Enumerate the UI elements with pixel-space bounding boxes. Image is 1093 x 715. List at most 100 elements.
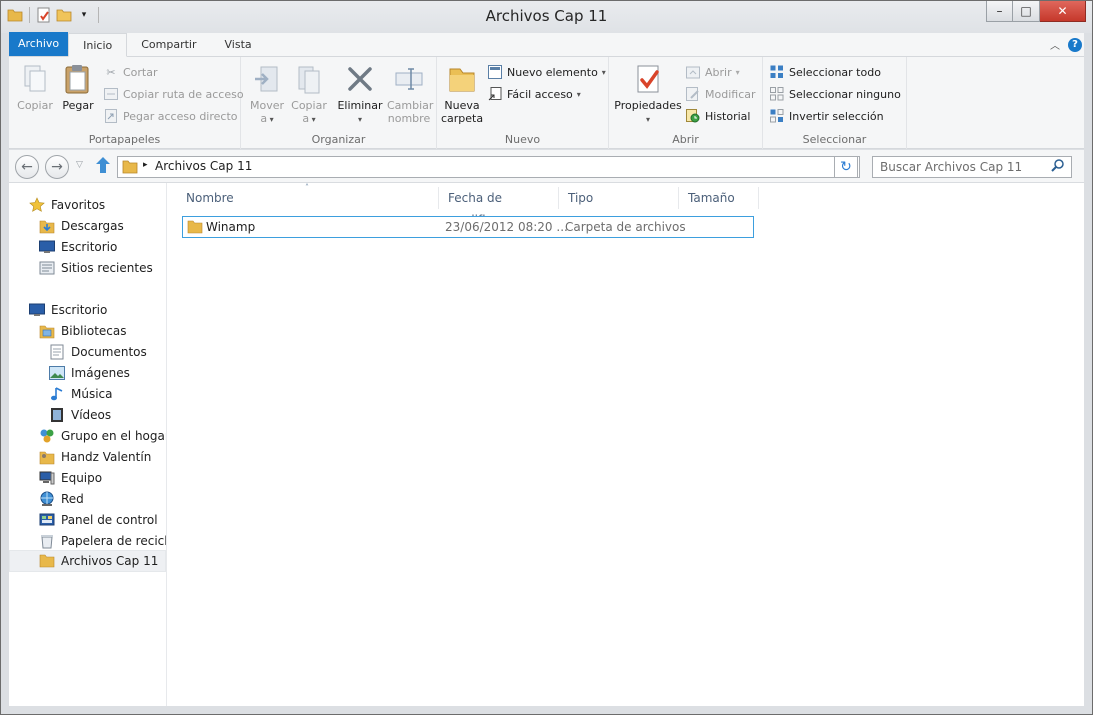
invert-selection-button[interactable]: Invertir selección (769, 106, 884, 126)
dropdown-icon: ▾ (645, 115, 650, 124)
nav-item-panel-control[interactable]: Panel de control (9, 509, 166, 530)
tab-archivo[interactable]: Archivo (9, 32, 69, 56)
nav-item-equipo[interactable]: Equipo (9, 467, 166, 488)
column-header-nombre[interactable]: Nombre (177, 187, 439, 209)
edit-button[interactable]: Modificar (685, 84, 756, 104)
nav-label: Papelera de reciclaje (61, 533, 166, 548)
file-list: ˄ Nombre Fecha de modifica... Tipo Tamañ… (168, 183, 1084, 706)
invert-selection-icon (769, 108, 785, 124)
folder-icon (122, 160, 138, 177)
paste-shortcut-label: Pegar acceso directo (123, 109, 238, 123)
breadcrumb[interactable]: Archivos Cap 11 (155, 159, 252, 173)
star-icon (29, 196, 45, 213)
nav-item-videos[interactable]: Vídeos (9, 404, 166, 425)
forward-button[interactable]: → (45, 155, 69, 179)
file-row[interactable]: Winamp 23/06/2012 08:20 ... Carpeta de a… (182, 216, 754, 238)
minimize-button[interactable]: – (986, 1, 1013, 22)
select-all-icon (769, 64, 785, 80)
desktop-icon (39, 239, 55, 255)
select-none-button[interactable]: Seleccionar ninguno (769, 84, 901, 104)
easy-access-button[interactable]: Fácil acceso ▾ (487, 84, 581, 104)
nav-item-red[interactable]: Red (9, 488, 166, 509)
music-icon (49, 386, 65, 402)
copy-button[interactable]: Copiar (15, 63, 55, 112)
cut-button[interactable]: ✂ Cortar (103, 62, 158, 82)
address-bar[interactable]: ▸ Archivos Cap 11 ∨ (117, 156, 860, 178)
group-label-portapapeles: Portapapeles (88, 133, 161, 146)
copy-path-icon (103, 86, 119, 102)
history-button[interactable]: Historial (685, 106, 750, 126)
breadcrumb-separator-icon[interactable]: ▸ (143, 160, 148, 170)
column-header-tipo[interactable]: Tipo (559, 187, 679, 209)
paste-shortcut-icon (103, 108, 119, 124)
nav-item-descargas[interactable]: Descargas (9, 215, 166, 236)
control-panel-icon (39, 512, 55, 528)
search-icon[interactable] (1051, 158, 1065, 178)
delete-button[interactable]: Eliminar ▾ (337, 63, 383, 126)
properties-label: Propiedades (614, 99, 682, 112)
close-button[interactable]: ✕ (1040, 1, 1086, 22)
file-date: 23/06/2012 08:20 ... (445, 220, 568, 234)
nav-item-favoritos[interactable]: Favoritos (9, 194, 166, 215)
address-row: ← → ▽ ▸ Archivos Cap 11 ∨ ↻ Buscar Archi… (9, 150, 1084, 183)
nav-item-imagenes[interactable]: Imágenes (9, 362, 166, 383)
libraries-icon (39, 323, 55, 339)
cut-label: Cortar (123, 65, 158, 79)
new-item-button[interactable]: Nuevo elemento ▾ (487, 62, 606, 82)
group-nuevo: Nueva carpeta Nuevo elemento ▾ Fácil acc… (437, 57, 609, 149)
recent-places-icon (39, 260, 55, 276)
tab-compartir[interactable]: Compartir (127, 33, 210, 56)
chevron-up-icon[interactable]: ︿ (1050, 37, 1060, 52)
nav-item-usuario[interactable]: Handz Valentín (9, 446, 166, 467)
open-label: Abrir (705, 65, 732, 79)
nav-item-documentos[interactable]: Documentos (9, 341, 166, 362)
new-item-icon (487, 64, 503, 80)
nav-item-grupo-hogar[interactable]: Grupo en el hogar (9, 425, 166, 446)
nav-item-escritorio-favorito[interactable]: Escritorio (9, 236, 166, 257)
column-header-tamano[interactable]: Tamaño (679, 187, 759, 209)
copy-to-button[interactable]: Copiar a ▾ (289, 63, 329, 126)
search-input[interactable]: Buscar Archivos Cap 11 (872, 156, 1072, 178)
select-none-label: Seleccionar ninguno (789, 87, 901, 101)
delete-icon (344, 63, 376, 95)
properties-button[interactable]: Propiedades ▾ (613, 63, 683, 126)
open-icon (685, 64, 701, 80)
new-folder-button[interactable]: Nueva carpeta (441, 63, 483, 125)
column-header-fecha[interactable]: Fecha de modifica... (439, 187, 559, 227)
group-label-abrir: Abrir (672, 133, 699, 146)
desktop-icon (29, 302, 45, 318)
arrow-left-icon: ← (21, 159, 33, 175)
recent-locations-dropdown[interactable]: ▽ (76, 160, 83, 170)
help-icon[interactable]: ? (1068, 37, 1082, 52)
nav-label: Favoritos (51, 197, 106, 212)
copy-path-button[interactable]: Copiar ruta de acceso (103, 84, 244, 104)
ribbon-right-controls: ︿ ? (1050, 33, 1084, 56)
nav-item-musica[interactable]: Música (9, 383, 166, 404)
group-label-nuevo: Nuevo (504, 133, 541, 146)
user-folder-icon (39, 449, 55, 465)
nav-item-bibliotecas[interactable]: Bibliotecas (9, 320, 166, 341)
up-arrow-icon[interactable] (95, 156, 111, 177)
select-all-button[interactable]: Seleccionar todo (769, 62, 881, 82)
maximize-button[interactable]: □ (1013, 1, 1040, 22)
tab-inicio[interactable]: Inicio (68, 33, 128, 57)
move-to-button[interactable]: Mover a ▾ (247, 63, 287, 126)
tab-vista[interactable]: Vista (211, 33, 266, 56)
history-icon (685, 108, 701, 124)
nav-item-archivos-cap-11[interactable]: Archivos Cap 11 (9, 550, 166, 572)
nav-item-papelera[interactable]: Papelera de reciclaje (9, 530, 166, 551)
refresh-button[interactable]: ↻ (834, 156, 858, 178)
open-button[interactable]: Abrir ▾ (685, 62, 740, 82)
paste-button[interactable]: Pegar (59, 63, 97, 112)
nav-label: Escritorio (51, 302, 108, 317)
nav-item-sitios-recientes[interactable]: Sitios recientes (9, 257, 166, 278)
homegroup-icon (39, 428, 55, 444)
nav-label: Imágenes (71, 365, 130, 380)
nav-item-escritorio[interactable]: Escritorio (9, 299, 166, 320)
paste-shortcut-button[interactable]: Pegar acceso directo (103, 106, 238, 126)
nav-label: Documentos (71, 344, 147, 359)
back-button[interactable]: ← (15, 155, 39, 179)
new-folder-label: Nueva (444, 99, 480, 112)
properties-icon (632, 63, 664, 95)
rename-button[interactable]: Cambiar nombre (387, 63, 433, 125)
